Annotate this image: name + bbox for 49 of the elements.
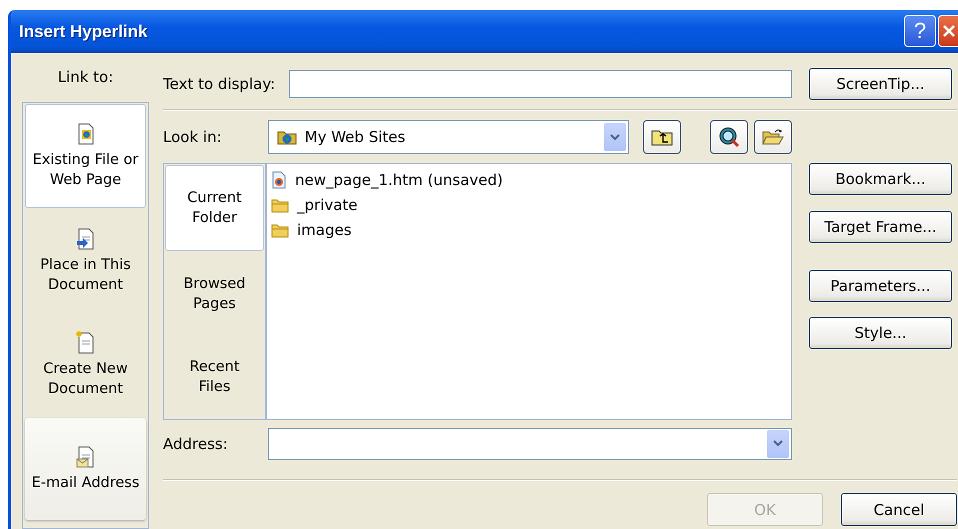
browse-web-button[interactable] (710, 120, 748, 154)
side-button[interactable]: Bookmark... (809, 163, 952, 195)
link-to-item[interactable]: Existing File or Web Page (25, 104, 146, 208)
look-in-dropdown[interactable]: My Web Sites (268, 120, 630, 154)
link-to-item[interactable]: Place in This Document (25, 210, 146, 312)
link-to-text: Place in This Document (39, 256, 132, 295)
link-to-text: Create New Document (42, 360, 129, 399)
close-icon (942, 24, 956, 38)
dialog-button[interactable]: Cancel (841, 493, 957, 526)
text-to-display-field[interactable] (289, 70, 792, 98)
envelope-document-icon (76, 445, 96, 469)
side-button[interactable]: Style... (809, 317, 952, 349)
up-folder-icon (651, 128, 674, 146)
globe-folder-icon (276, 129, 297, 145)
place-tab[interactable]: Current Folder (165, 165, 264, 251)
help-button[interactable]: ? (904, 15, 936, 47)
file-item[interactable]: images (271, 217, 791, 242)
globe-magnifier-icon (718, 126, 740, 148)
new-document-icon (76, 331, 96, 355)
link-to-text: Existing File or Web Page (32, 151, 140, 190)
screentip-button[interactable]: ScreenTip... (809, 68, 952, 100)
link-to-item[interactable]: E-mail Address (25, 418, 146, 520)
link-to-text: E-mail Address (32, 474, 140, 493)
side-button[interactable]: Target Frame... (809, 211, 952, 243)
web-page-icon (271, 170, 287, 188)
file-name: new_page_1.htm (unsaved) (295, 170, 503, 188)
up-folder-button[interactable] (643, 120, 682, 154)
place-tab[interactable]: Browsed Pages (164, 252, 265, 336)
text-to-display-label: Text to display: (163, 74, 276, 92)
link-to-label: Link to: (58, 68, 114, 88)
look-in-label: Look in: (163, 128, 223, 146)
window-title: Insert Hyperlink (19, 22, 148, 42)
arrow-document-icon (76, 227, 96, 251)
open-folder-icon (762, 128, 784, 146)
address-label: Address: (163, 434, 229, 452)
folder-icon (271, 222, 289, 238)
globe-document-icon (76, 122, 96, 146)
file-name: _private (297, 196, 358, 214)
folder-icon (271, 196, 289, 212)
file-name: images (297, 220, 352, 238)
close-button[interactable] (938, 15, 958, 47)
side-button[interactable]: Parameters... (809, 270, 952, 302)
place-tab[interactable]: Recent Files (164, 335, 265, 420)
link-to-item[interactable]: Create New Document (25, 314, 146, 416)
browse-file-button[interactable] (754, 120, 792, 154)
file-item[interactable]: _private (271, 192, 791, 217)
file-item[interactable]: new_page_1.htm (unsaved) (271, 167, 791, 192)
address-field[interactable] (268, 428, 792, 460)
look-in-value: My Web Sites (304, 128, 406, 146)
